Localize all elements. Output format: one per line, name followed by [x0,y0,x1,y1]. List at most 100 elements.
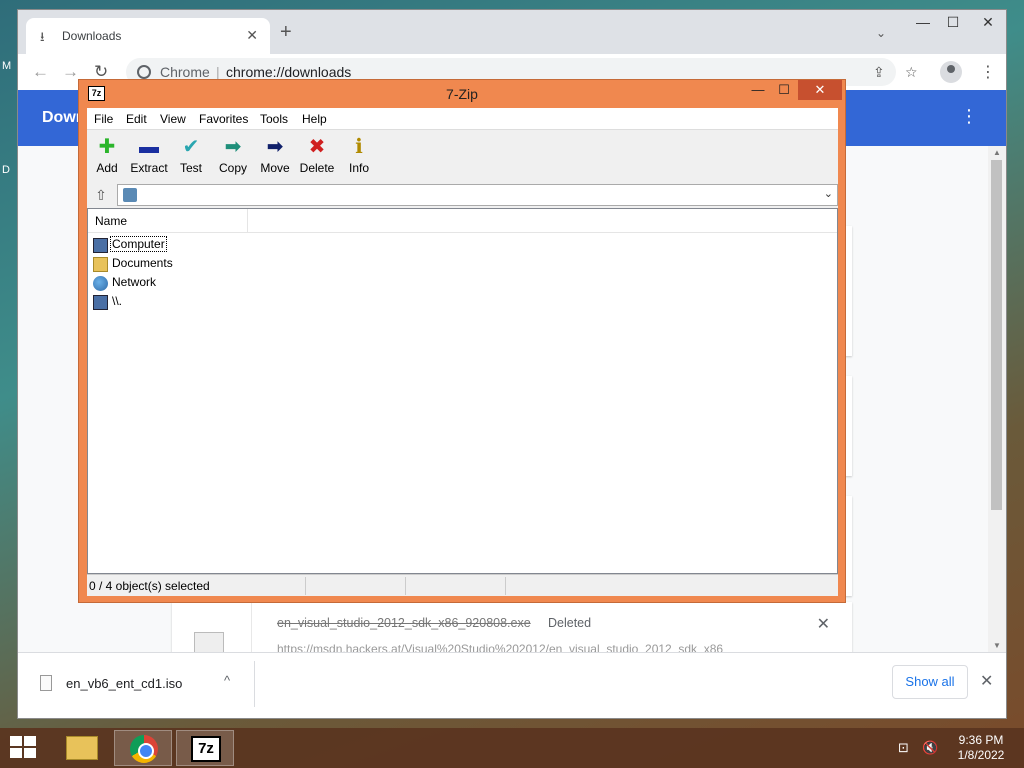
profile-avatar[interactable] [940,61,962,83]
chrome-site-icon [137,65,151,79]
add-button[interactable]: ✚ Add [85,134,129,175]
menu-bar: File Edit View Favorites Tools Help [87,108,838,130]
tab-search-icon[interactable]: ⌄ [876,26,886,40]
close-window-button[interactable]: ✕ [970,12,1006,32]
download-status: Deleted [548,616,592,630]
close-window-button[interactable]: ✕ [798,80,842,100]
menu-file[interactable]: File [94,112,113,126]
up-folder-icon[interactable]: ⇧ [91,185,111,205]
computer-icon [93,238,108,253]
download-url[interactable]: https://msdn.hackers.at/Visual%20Studio%… [277,642,723,652]
copy-button[interactable]: ➡ Copy [211,134,255,175]
move-icon: ➡ [266,136,284,158]
windows-logo-icon [10,736,22,746]
tab-strip: ⭳ Downloads ✕ + ⌄ — ☐ ✕ [18,10,1006,54]
test-icon: ✔ [182,136,200,158]
volume-muted-icon[interactable]: 🔇 [922,740,938,756]
7zip-window: 7z 7-Zip — ☐ ✕ File Edit View Favorites … [78,79,846,603]
page-scrollbar[interactable]: ▲ ▼ [988,146,1006,652]
menu-view[interactable]: View [160,112,186,126]
move-button[interactable]: ➡ Move [253,134,297,175]
bookmark-star-icon[interactable]: ☆ [905,64,918,81]
minimize-button[interactable]: — [745,80,771,100]
show-all-button[interactable]: Show all [892,665,968,699]
chrome-menu-icon[interactable]: ⋮ [980,62,996,82]
menu-tools[interactable]: Tools [260,112,288,126]
file-icon [194,632,224,652]
list-item-label: Documents [112,256,173,270]
computer-icon [123,188,137,202]
maximize-button[interactable]: ☐ [771,80,797,100]
add-icon: ✚ [98,136,116,158]
info-button[interactable]: ℹ Info [337,134,381,175]
omnibox-separator: | [216,64,220,80]
tab-close-icon[interactable]: ✕ [246,27,258,44]
back-button[interactable]: ← [32,62,49,82]
list-item-label: Network [112,275,157,289]
minimize-button[interactable]: — [908,12,938,32]
card-icon-column [172,602,252,652]
new-tab-button[interactable]: + [280,22,292,42]
chevron-up-icon[interactable]: ^ [224,673,230,688]
maximize-button[interactable]: ☐ [938,12,968,32]
list-item-label: \\. [112,294,123,308]
computer-icon [93,295,108,310]
network-icon [93,276,108,291]
extract-button[interactable]: ▬ Extract [127,134,171,175]
taskbar-7zip[interactable]: 7z [176,730,234,766]
list-item-label: Computer [110,236,167,252]
test-label: Test [179,161,202,175]
network-tray-icon[interactable]: ⊡ [898,740,909,756]
remove-download-icon[interactable]: ✕ [817,614,830,634]
chevron-down-icon[interactable]: ⌄ [824,187,833,200]
clock-time: 9:36 PM [958,733,1004,747]
file-icon [40,675,52,691]
scroll-thumb[interactable] [991,160,1002,510]
desktop-icon-label: M [2,60,12,72]
system-clock[interactable]: 9:36 PM 1/8/2022 [950,733,1012,763]
menu-favorites[interactable]: Favorites [199,112,248,126]
status-text: 0 / 4 object(s) selected [89,579,210,593]
forward-button[interactable]: → [62,62,79,82]
shelf-divider [254,661,255,707]
chrome-icon [130,735,158,763]
copy-label: Copy [218,161,247,175]
tab-downloads[interactable]: ⭳ Downloads ✕ [26,18,270,54]
delete-label: Delete [299,161,335,175]
desktop-icon-label: D [2,164,10,176]
taskbar-chrome[interactable] [114,730,172,766]
column-header-name[interactable]: Name [88,209,248,233]
path-combobox[interactable]: ⌄ [117,184,838,206]
downloads-menu-icon[interactable]: ⋮ [960,106,978,127]
column-header-empty [248,209,837,233]
download-icon: ⭳ [40,29,45,44]
taskbar-explorer[interactable] [52,730,110,766]
windows-logo-icon [10,748,22,758]
move-label: Move [260,161,290,175]
menu-help[interactable]: Help [302,112,327,126]
copy-icon: ➡ [224,136,242,158]
info-icon: ℹ [355,136,363,158]
7zip-client-area: File Edit View Favorites Tools Help ✚ Ad… [87,108,838,596]
status-divider [305,577,306,595]
test-button[interactable]: ✔ Test [169,134,213,175]
shelf-download-item[interactable]: en_vb6_ent_cd1.iso [66,676,182,691]
download-shelf: en_vb6_ent_cd1.iso ^ Show all ✕ [18,652,1006,714]
tab-title: Downloads [62,29,122,43]
folder-icon [93,257,108,272]
status-divider [505,577,506,595]
delete-button[interactable]: ✖ Delete [295,134,339,175]
file-list[interactable]: Name Computer Documents Network \\. [87,208,838,574]
scroll-down-arrow[interactable]: ▼ [993,641,1001,650]
extract-label: Extract [130,161,168,175]
7zip-titlebar[interactable]: 7z 7-Zip — ☐ ✕ [79,80,845,108]
start-button[interactable] [10,736,38,760]
scroll-up-arrow[interactable]: ▲ [993,148,1001,157]
close-shelf-icon[interactable]: ✕ [980,671,993,691]
url-text[interactable]: chrome://downloads [226,64,351,80]
menu-edit[interactable]: Edit [126,112,147,126]
share-icon[interactable]: ⇪ [873,64,885,81]
windows-logo-icon [24,736,36,746]
download-filename: en_visual_studio_2012_sdk_x86_920808.exe [277,616,531,630]
delete-icon: ✖ [308,136,326,158]
